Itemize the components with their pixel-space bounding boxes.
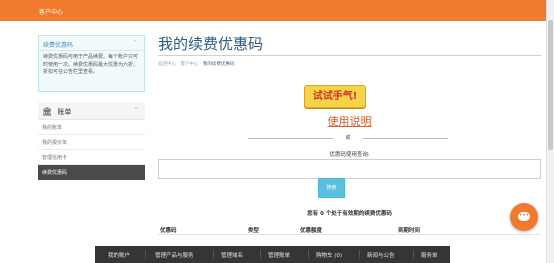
- promo-panel-title: 续费优惠码: [43, 42, 74, 49]
- search-button[interactable]: 搜索: [318, 178, 345, 198]
- codes-table-header: 优惠码 类型 优惠额度 到期时间: [158, 223, 541, 235]
- divider-line: [248, 138, 333, 139]
- bottom-nav-cart[interactable]: 购物车 (0): [316, 251, 342, 259]
- column-header-type[interactable]: 类型: [248, 226, 259, 234]
- page-title: 我的续费优惠码: [158, 35, 264, 53]
- column-header-discount[interactable]: 优惠额度: [300, 226, 322, 234]
- bottom-nav-bar: 我的账户 管理产品与服务 管理域名 管理账单 购物车 (0) 新闻与公告 服务单: [95, 246, 450, 263]
- account-nav-header[interactable]: 🏛 账单 ⌃: [38, 102, 145, 120]
- sidebar-item-renewal-codes[interactable]: 续费优惠码: [38, 165, 145, 180]
- nav-separator: [260, 250, 261, 259]
- bottom-nav-products[interactable]: 管理产品与服务: [155, 251, 194, 259]
- sidebar-item-my-quotes[interactable]: 我的报价单: [38, 135, 145, 150]
- chat-dots-icon: •••: [518, 212, 530, 219]
- column-header-code[interactable]: 优惠码: [160, 226, 177, 234]
- promo-code-query-input[interactable]: [158, 159, 541, 179]
- bottom-nav-news[interactable]: 新闻与公告: [367, 251, 395, 259]
- column-header-expiry[interactable]: 到期时间: [398, 226, 420, 234]
- nav-separator: [145, 250, 146, 259]
- usage-instructions-link[interactable]: 使用说明: [158, 113, 541, 129]
- divider-line: [363, 138, 448, 139]
- nav-separator: [308, 250, 309, 259]
- query-label: 优惠码使用查询:: [329, 152, 370, 158]
- sidebar: 续费优惠码 ⌃ 续费优惠码可用于产品续费。每个账户只可时使用一次。续费优惠码最大…: [38, 35, 145, 180]
- nav-separator: [213, 250, 214, 259]
- nav-separator: [413, 250, 414, 259]
- bottom-nav-tickets[interactable]: 服务单: [421, 251, 438, 259]
- bottom-nav-billing[interactable]: 管理账单: [268, 251, 290, 259]
- sidebar-item-my-invoices[interactable]: 我的账单: [38, 120, 145, 135]
- chevron-up-icon[interactable]: ⌃: [133, 106, 139, 114]
- or-divider: 或: [248, 134, 448, 142]
- promo-info-panel: 续费优惠码 ⌃ 续费优惠码可用于产品续费。每个账户只可时使用一次。续费优惠码最大…: [38, 35, 145, 92]
- breadcrumb-item[interactable]: 客户中心: [180, 62, 198, 67]
- sidebar-item-credit-cards[interactable]: 管理信用卡: [38, 150, 145, 165]
- chat-button[interactable]: •••: [510, 203, 538, 231]
- valid-codes-count: 您有 0 个处于有效期的续费优惠码: [307, 211, 392, 217]
- bottom-nav-domains[interactable]: 管理域名: [221, 251, 243, 259]
- chevron-up-icon[interactable]: ⌃: [132, 39, 138, 47]
- account-nav-panel: 🏛 账单 ⌃ 我的账单 我的报价单 管理信用卡 续费优惠码: [38, 102, 145, 180]
- account-nav-title: 账单: [57, 108, 72, 116]
- vertical-scrollbar[interactable]: [546, 0, 554, 263]
- nav-separator: [359, 250, 360, 259]
- or-label: 或: [345, 135, 351, 141]
- scrollbar-thumb[interactable]: [548, 20, 553, 150]
- client-center-link[interactable]: 客户中心: [39, 7, 63, 16]
- main-content: 我的续费优惠码 返回中心 客户中心 我的续费优惠码 试试手气! 使用说明 或 优…: [158, 33, 541, 235]
- breadcrumb-current: 我的续费优惠码: [202, 62, 235, 67]
- bank-icon: 🏛: [42, 107, 53, 116]
- breadcrumb: 返回中心 客户中心 我的续费优惠码: [158, 61, 541, 67]
- promo-panel-text: 续费优惠码可用于产品续费。每个账户只可时使用一次。续费优惠码最大优惠为六折。折扣…: [43, 54, 139, 75]
- title-divider: [158, 55, 541, 56]
- try-luck-button[interactable]: 试试手气!: [304, 85, 366, 108]
- top-header-bar: 客户中心: [0, 0, 546, 21]
- bottom-nav-my-account[interactable]: 我的账户: [108, 251, 130, 259]
- promo-panel-header[interactable]: 续费优惠码 ⌃: [39, 36, 144, 51]
- breadcrumb-item[interactable]: 返回中心: [158, 62, 176, 67]
